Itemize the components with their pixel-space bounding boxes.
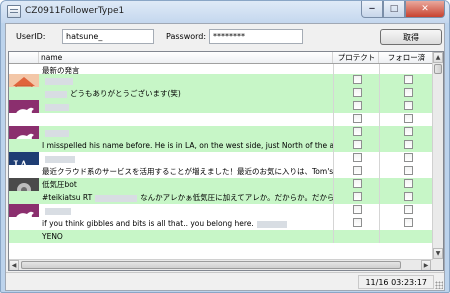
window-title: CZ0911FollowerType1 — [25, 6, 125, 16]
maximize-button[interactable]: □ — [383, 1, 405, 18]
followed-checkbox[interactable] — [403, 205, 413, 214]
protect-checkbox[interactable] — [352, 218, 362, 227]
row-text: どうもありがとうございます(笑) — [39, 87, 333, 100]
photo-avatar-icon — [9, 178, 39, 191]
scroll-left-icon[interactable]: ◀ — [9, 260, 19, 270]
fetch-button[interactable]: 取得 — [380, 29, 442, 45]
protect-checkbox[interactable] — [352, 127, 362, 136]
table-row[interactable] — [9, 100, 435, 113]
followed-checkbox[interactable] — [403, 88, 413, 97]
table-row[interactable] — [9, 113, 435, 126]
resize-grip-icon[interactable] — [435, 281, 443, 289]
vertical-scroll-thumb[interactable] — [434, 64, 442, 74]
scroll-right-icon[interactable]: ▶ — [421, 260, 431, 270]
protect-checkbox[interactable] — [352, 75, 362, 84]
table-row[interactable]: #teikiatsu RTなんかアレかぁ低気圧に加えてアレか。だからか。だからだ… — [9, 191, 435, 204]
scroll-down-icon[interactable]: ▼ — [433, 248, 443, 259]
grid-rows: 最新の発言 どうもありがとうございます(笑) I misspelled his … — [9, 64, 435, 243]
header-avatar — [9, 52, 39, 63]
protect-checkbox[interactable] — [352, 88, 362, 97]
row-text — [39, 152, 333, 165]
header-name[interactable]: name — [39, 52, 333, 63]
row-text: 最近クラウド系のサービスを活用することが増えました！最近のお気に入りは、Tom'… — [39, 165, 333, 178]
app-window: CZ0911FollowerType1 ‒ □ ✕ UserID: hatsun… — [0, 0, 450, 293]
follower-grid: name プロテクト フォロー済 最新の発言 どうもありがとうございます(笑) … — [8, 51, 444, 271]
table-row[interactable]: YENO — [9, 230, 435, 243]
protect-checkbox[interactable] — [352, 114, 362, 123]
table-row[interactable]: JA — [9, 152, 435, 165]
status-time: 11/16 03:23:17 — [358, 275, 434, 289]
followed-checkbox[interactable] — [403, 218, 413, 227]
row-text: if you think gibbles and bits is all tha… — [39, 217, 333, 230]
userid-label: UserID: — [16, 32, 46, 41]
title-bar[interactable]: CZ0911FollowerType1 ‒ □ ✕ — [1, 1, 449, 23]
minimize-icon: ‒ — [368, 4, 376, 14]
bird-avatar-icon — [9, 100, 39, 113]
protect-checkbox[interactable] — [352, 205, 362, 214]
caption-buttons: ‒ □ ✕ — [361, 1, 445, 19]
grid-header: name プロテクト フォロー済 — [9, 52, 433, 64]
password-field[interactable]: ******** — [209, 29, 303, 44]
minimize-button[interactable]: ‒ — [361, 1, 383, 18]
table-row[interactable]: 低気圧bot — [9, 178, 435, 191]
row-text — [39, 204, 333, 217]
protect-checkbox[interactable] — [352, 140, 362, 149]
horizontal-scrollbar[interactable]: ◀ ▶ — [9, 259, 433, 270]
followed-checkbox[interactable] — [403, 101, 413, 110]
client-area: UserID: hatsune_ Password: ******** 取得 n… — [5, 23, 445, 291]
row-text — [39, 100, 333, 113]
row-text — [39, 74, 333, 87]
horizontal-scroll-thumb[interactable] — [21, 261, 401, 269]
table-row[interactable]: 最近クラウド系のサービスを活用することが増えました！最近のお気に入りは、Tom'… — [9, 165, 435, 178]
followed-checkbox[interactable] — [403, 192, 413, 201]
userid-field[interactable]: hatsune_ — [62, 29, 154, 44]
followed-checkbox[interactable] — [403, 153, 413, 162]
protect-checkbox[interactable] — [352, 166, 362, 175]
protect-checkbox[interactable] — [352, 153, 362, 162]
row-text — [39, 113, 333, 126]
row-text: #teikiatsu RTなんかアレかぁ低気圧に加えてアレか。だからか。だからだ… — [39, 191, 333, 204]
row-text: 低気圧bot — [39, 178, 333, 191]
followed-checkbox[interactable] — [403, 140, 413, 149]
protect-checkbox[interactable] — [352, 192, 362, 201]
status-bar: 11/16 03:23:17 — [6, 272, 444, 290]
table-row[interactable]: if you think gibbles and bits is all tha… — [9, 217, 435, 230]
password-label: Password: — [166, 32, 207, 41]
table-row[interactable] — [9, 74, 435, 87]
row-text: I misspelled his name before. He is in L… — [39, 139, 333, 152]
row-text: 最新の発言 — [39, 64, 333, 74]
close-button[interactable]: ✕ — [405, 1, 445, 18]
table-row[interactable] — [9, 126, 435, 139]
header-followed[interactable]: フォロー済 — [379, 52, 433, 63]
scroll-up-icon[interactable]: ▲ — [433, 52, 443, 63]
house-avatar-icon — [9, 74, 39, 87]
followed-checkbox[interactable] — [403, 75, 413, 84]
followed-checkbox[interactable] — [403, 166, 413, 175]
maximize-icon: □ — [389, 4, 399, 14]
followed-checkbox[interactable] — [403, 114, 413, 123]
ja-logo-avatar-icon: JA — [9, 152, 39, 165]
followed-checkbox[interactable] — [403, 179, 413, 188]
row-text: YENO — [39, 230, 333, 243]
protect-checkbox[interactable] — [352, 179, 362, 188]
bird-avatar-icon — [9, 126, 39, 139]
protect-checkbox[interactable] — [352, 101, 362, 110]
table-row[interactable] — [9, 204, 435, 217]
bird-avatar-icon — [9, 204, 39, 217]
header-protect[interactable]: プロテクト — [333, 52, 379, 63]
row-text — [39, 126, 333, 139]
table-row[interactable]: 最新の発言 — [9, 64, 435, 74]
table-row[interactable]: どうもありがとうございます(笑) — [9, 87, 435, 100]
table-row[interactable]: I misspelled his name before. He is in L… — [9, 139, 435, 152]
vertical-scrollbar[interactable]: ▲ ▼ — [432, 52, 443, 270]
window-icon — [7, 5, 21, 18]
followed-checkbox[interactable] — [403, 127, 413, 136]
close-icon: ✕ — [421, 4, 429, 14]
